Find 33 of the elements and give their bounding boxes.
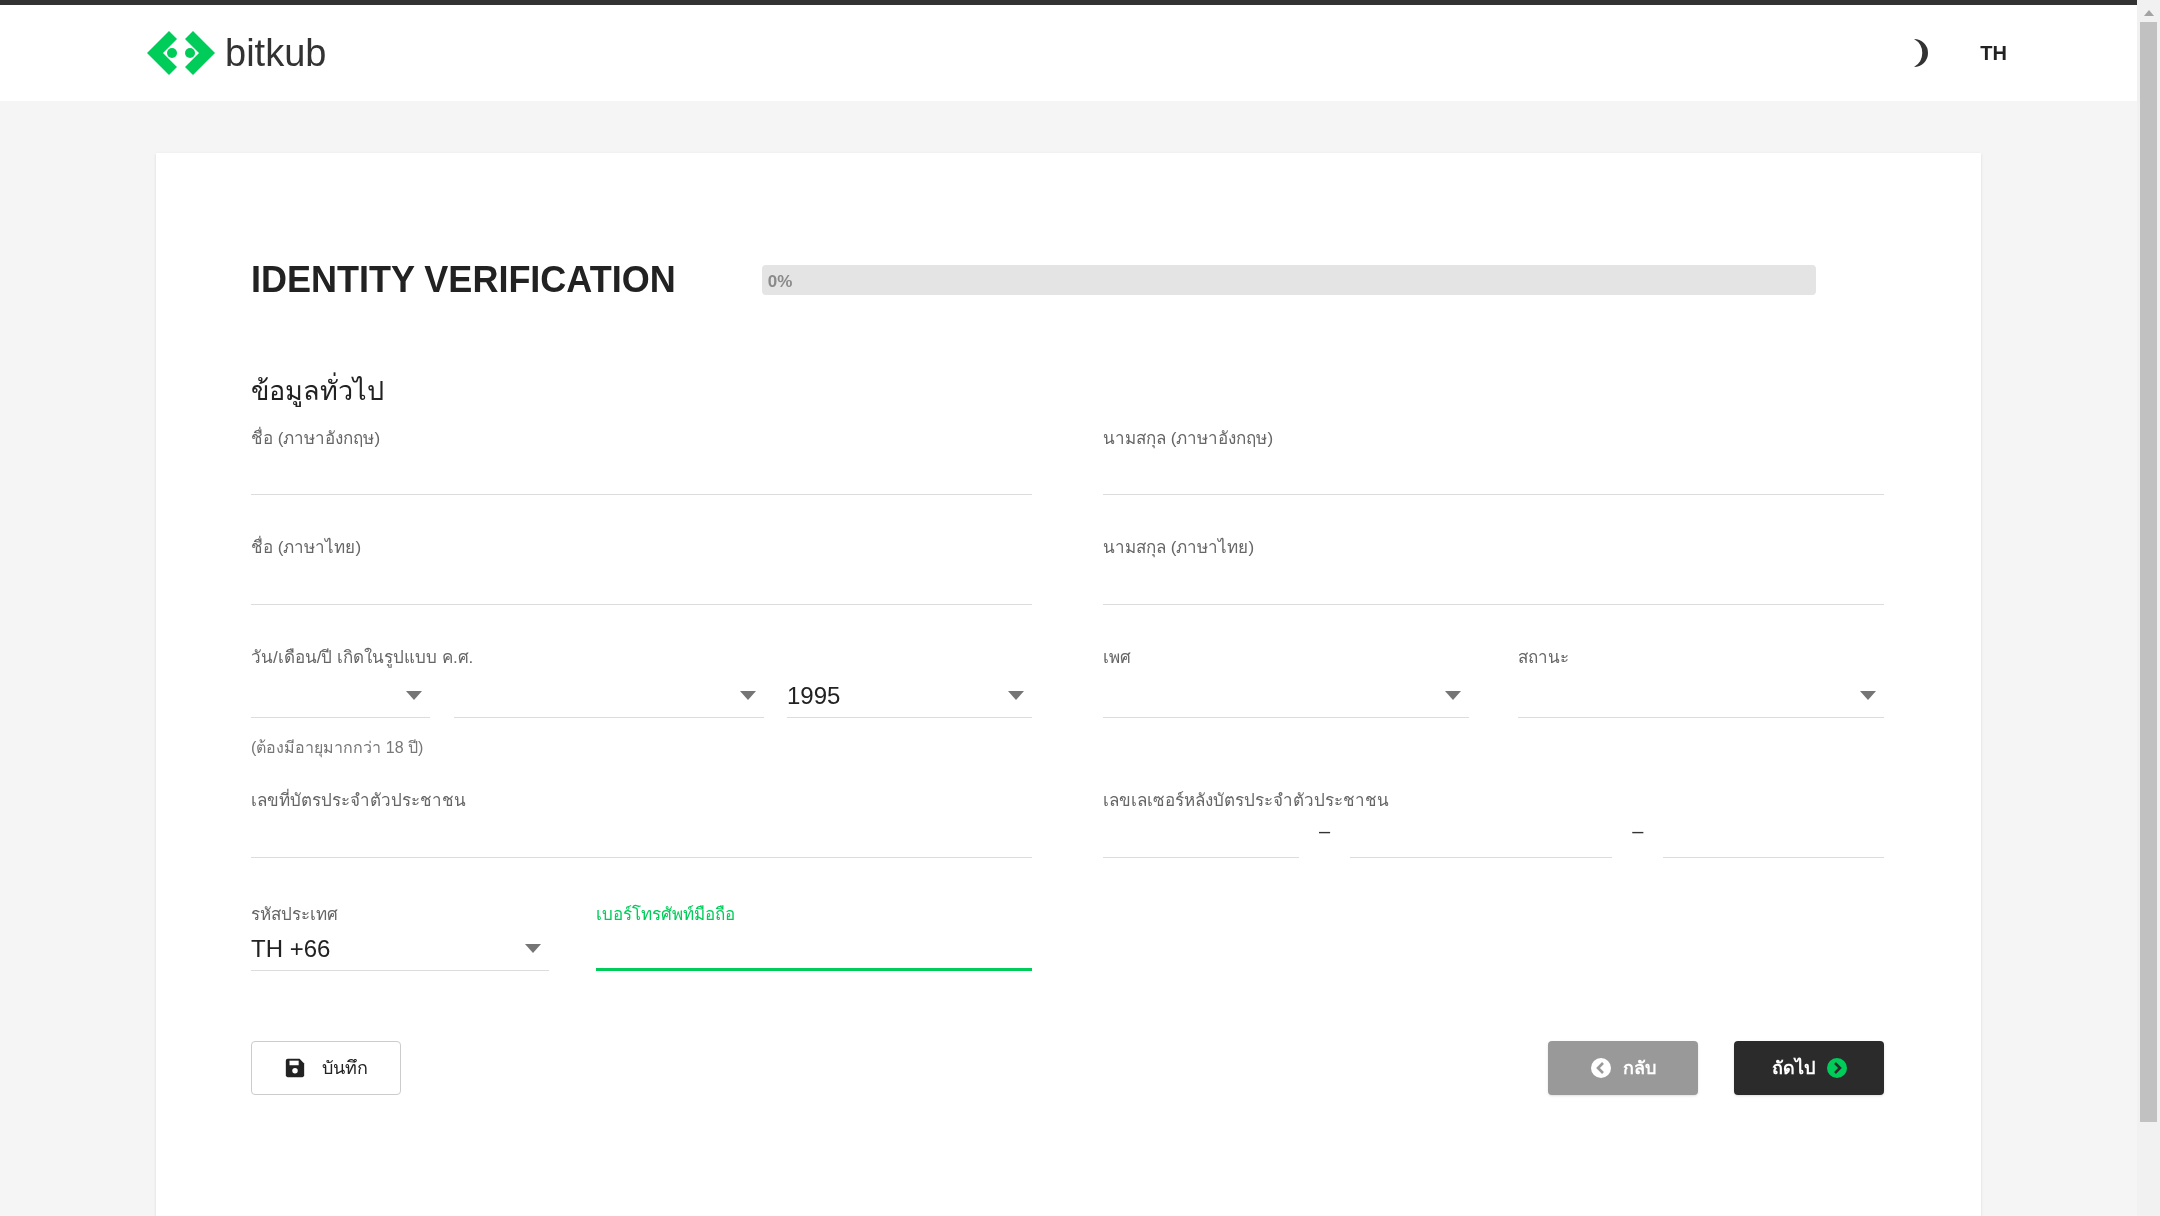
field-label: เลขเลเซอร์หลังบัตรประจำตัวประชาชน [1103, 790, 1390, 812]
field-label: สถานะ [1518, 646, 1570, 669]
dropdown-caret-icon [1008, 691, 1024, 700]
field-label: นามสกุล (ภาษาอังกฤษ) [1103, 427, 1275, 451]
field-label: วัน/เดือน/ปี เกิดในรูปแบบ ค.ศ. [251, 646, 475, 670]
field-label: ชื่อ (ภาษาไทย) [251, 535, 1032, 561]
logo-icon [145, 29, 217, 77]
field-label: ชื่อ (ภาษาอังกฤษ) [251, 425, 382, 450]
chevron-right-circle-icon [1826, 1058, 1847, 1078]
save-button[interactable]: บันทึก [251, 1041, 401, 1095]
scrollbar-drawing[interactable] [2137, 0, 2160, 1216]
dropdown-caret-icon [525, 944, 541, 953]
dropdown-caret-icon [739, 691, 756, 700]
dropdown-select[interactable]: 1995 [787, 674, 1032, 718]
section-title: ข้อมูลทั่วไป [251, 371, 1886, 412]
field-label: นามสกุล (ภาษาไทย) [1103, 536, 1256, 560]
language-selector[interactable]: TH [1980, 38, 2007, 68]
page-title: IDENTITY VERIFICATION [251, 258, 676, 302]
dropdown-caret-icon [1860, 691, 1876, 700]
field-label: เบอร์โทรศัพท์มือถือ [596, 903, 736, 926]
dropdown-caret-icon [406, 691, 422, 700]
next-button[interactable]: ถัดไป [1734, 1041, 1884, 1095]
field-label: เลขที่บัตรประจำตัวประชาชน [251, 788, 1032, 814]
helper-text: (ต้องมีอายุมากกว่า 18 ปี) [251, 738, 425, 760]
field-label: รหัสประเทศ [251, 903, 339, 926]
field-label: เพศ [1103, 646, 1132, 669]
dash-separator: – [1319, 818, 1331, 844]
dropdown-caret-icon [1445, 691, 1461, 700]
dash-separator: – [1632, 818, 1644, 844]
progress-label: 0% [767, 271, 793, 293]
logo-wordmark: bitkub [225, 34, 327, 72]
dropdown-select[interactable]: TH +66 [251, 927, 549, 971]
chevron-left-circle-icon [1590, 1058, 1611, 1078]
